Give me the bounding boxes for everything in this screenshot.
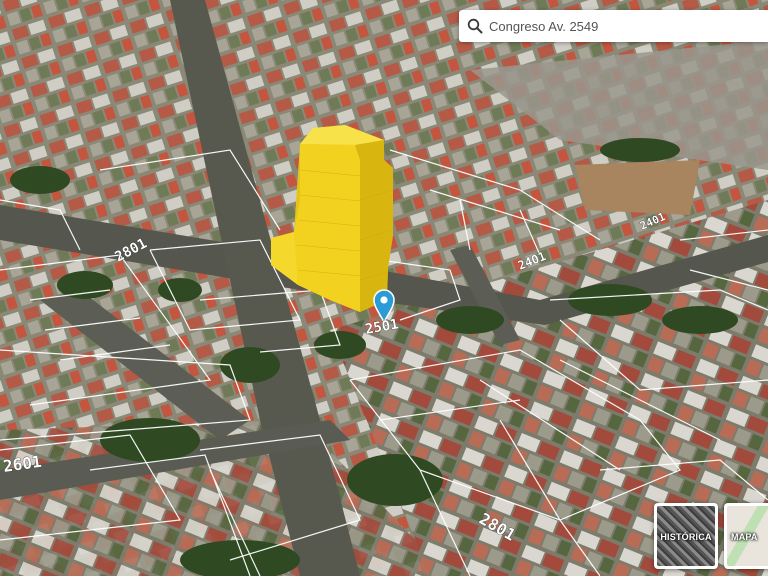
map-layer-label: MAPA	[731, 532, 758, 542]
satellite-map[interactable]: 2801 2601 2501 2401 2401 2801	[0, 0, 768, 576]
dirt-lot	[575, 160, 700, 215]
search-icon	[467, 18, 483, 34]
search-input[interactable]	[489, 18, 749, 34]
historic-layer-thumbnail: HISTÓRICA	[657, 506, 715, 566]
search-bar[interactable]	[459, 10, 768, 42]
historic-layer-button[interactable]: HISTÓRICA	[654, 503, 718, 569]
map-layer-button[interactable]: MAPA	[724, 503, 768, 569]
historic-layer-label: HISTÓRICA	[660, 532, 712, 542]
map-layer-thumbnail: MAPA	[727, 506, 768, 566]
